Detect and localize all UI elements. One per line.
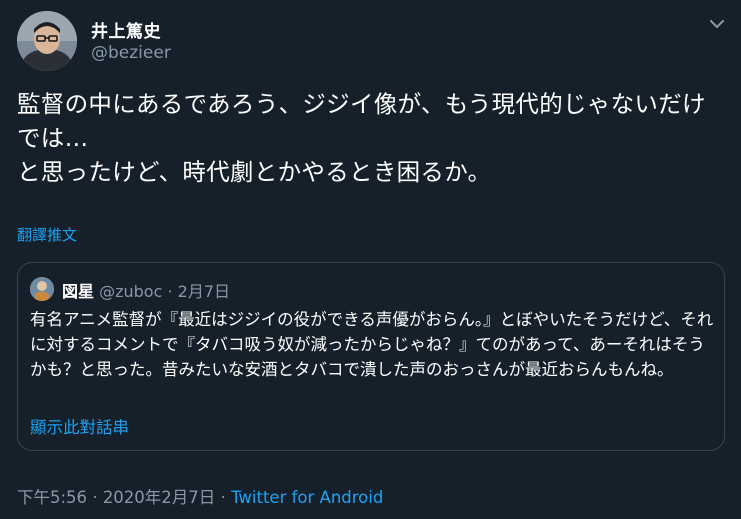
translate-tweet-link[interactable]: 翻譯推文: [17, 224, 77, 245]
tweet-menu-button[interactable]: [707, 14, 727, 34]
quoted-header: 図星 @zuboc · 2月7日: [62, 278, 230, 302]
tweet-card: 井上篤史 @bezieer 監督の中にあるであろう、ジジイ像が、もう現代的じゃな…: [0, 0, 741, 519]
meta-separator: ·: [92, 488, 98, 507]
tweet-time[interactable]: 下午5:56: [17, 488, 87, 507]
show-thread-link[interactable]: 顯示此對話串: [30, 414, 129, 438]
avatar-portrait-icon: [17, 11, 77, 71]
quoted-tweet[interactable]: 図星 @zuboc · 2月7日 有名アニメ監督が『最近はジジイの役ができる声優…: [17, 262, 725, 451]
author-avatar[interactable]: [17, 11, 77, 71]
quoted-handle: @zuboc: [99, 282, 163, 301]
quoted-avatar-icon: [30, 277, 54, 301]
tweet-text: 監督の中にあるであろう、ジジイ像が、もう現代的じゃないだけでは… と思ったけど、…: [17, 90, 706, 186]
quoted-date: 2月7日: [177, 282, 231, 301]
tweet-date[interactable]: 2020年2月7日: [103, 488, 216, 507]
quoted-display-name: 図星: [62, 282, 95, 301]
quoted-separator: ·: [167, 282, 173, 301]
tweet-meta: 下午5:56 · 2020年2月7日 · Twitter for Android: [17, 484, 383, 508]
author-handle[interactable]: @bezieer: [91, 43, 171, 63]
meta-separator: ·: [220, 488, 226, 507]
quoted-author-avatar: [30, 277, 54, 301]
author-display-name[interactable]: 井上篤史: [91, 17, 161, 42]
quoted-text: 有名アニメ監督が『最近はジジイの役ができる声優がおらん。』とぼやいたそうだけど、…: [30, 310, 714, 379]
tweet-source-link[interactable]: Twitter for Android: [231, 488, 383, 507]
chevron-down-icon: [710, 19, 724, 28]
